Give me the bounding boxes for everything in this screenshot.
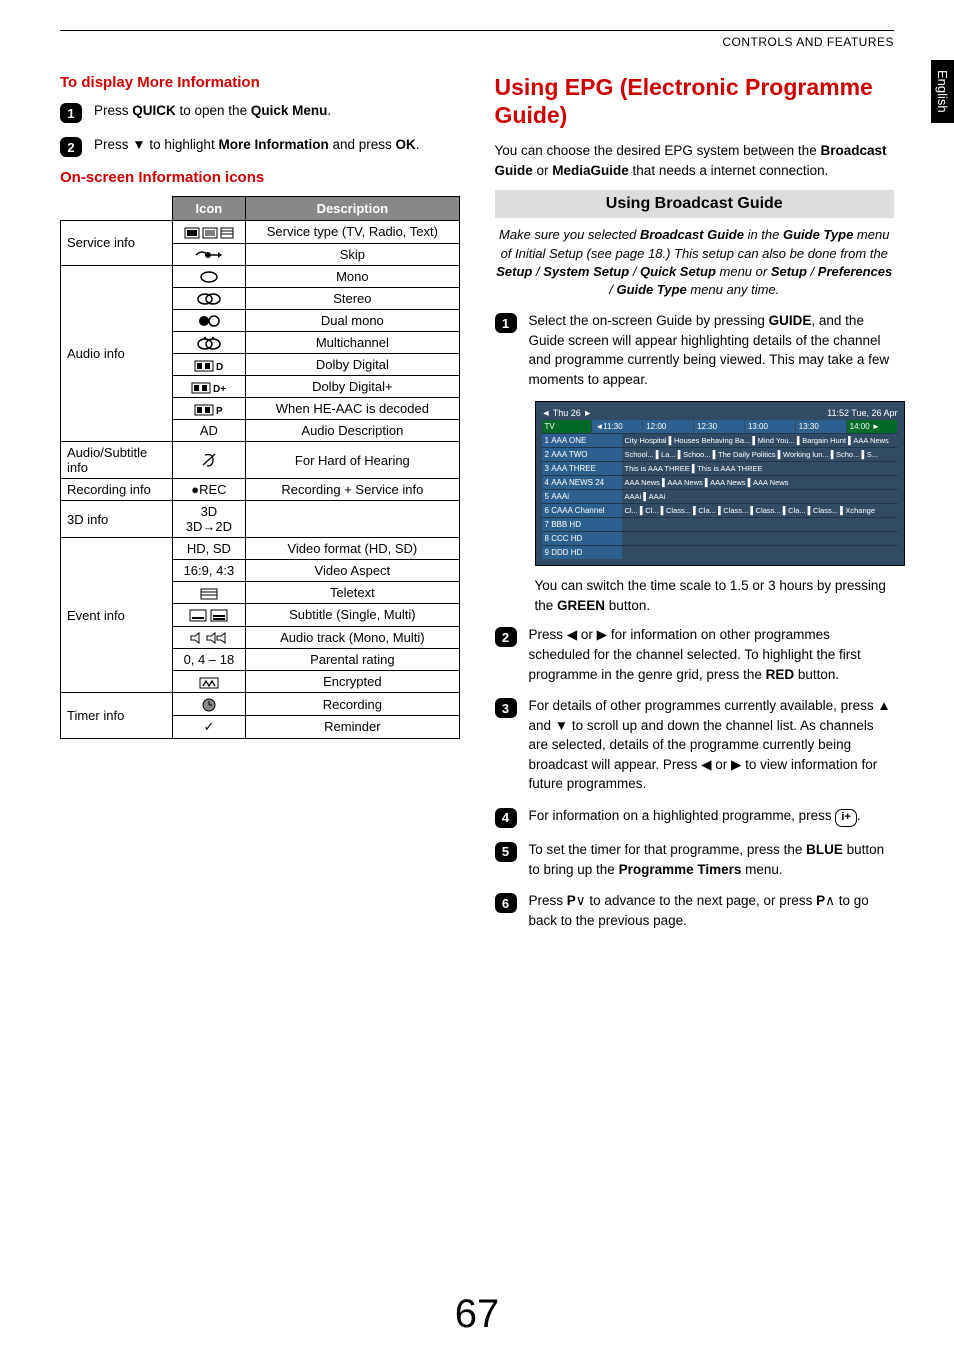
svg-text:P: P — [216, 406, 223, 416]
header-rule — [60, 30, 894, 31]
language-tab: English — [931, 60, 954, 123]
epg-intro: You can choose the desired EPG system be… — [495, 141, 895, 180]
right-column: Using EPG (Electronic Programme Guide) Y… — [495, 74, 895, 942]
info-button-icon: i+ — [835, 809, 856, 827]
left-step-2-text: Press ▼ to highlight More Information an… — [94, 135, 420, 155]
table-row: Timer infoRecording — [61, 693, 460, 716]
right-step-5-text: To set the timer for that programme, pre… — [529, 840, 895, 879]
right-step-4-text: For information on a highlighted program… — [529, 806, 861, 827]
step-badge-1: 1 — [60, 103, 82, 123]
left-column: To display More Information 1 Press QUIC… — [60, 74, 460, 942]
table-row: Audio/Subtitle infoFor Hard of Hearing — [61, 442, 460, 479]
left-step-1-text: Press QUICK to open the Quick Menu. — [94, 101, 331, 121]
step-badge-5: 5 — [495, 842, 517, 862]
table-row: Recording info●RECRecording + Service in… — [61, 479, 460, 501]
stereo-icon — [172, 287, 246, 309]
speaker-icon — [172, 626, 246, 649]
right-step-2: 2 Press ◀ or ▶ for information on other … — [495, 625, 895, 684]
table-row: 3D info3D3D→2D — [61, 501, 460, 538]
right-step-1: 1 Select the on-screen Guide by pressing… — [495, 311, 895, 389]
rec-icon: ●REC — [172, 479, 246, 501]
th-desc: Description — [246, 197, 459, 221]
broadcast-note: Make sure you selected Broadcast Guide i… — [495, 226, 895, 299]
skip-icon — [172, 243, 246, 265]
svg-text:D+: D+ — [213, 384, 226, 394]
right-step-1-text: Select the on-screen Guide by pressing G… — [529, 311, 895, 389]
right-step-3-text: For details of other programmes currentl… — [529, 696, 895, 794]
table-row: Service infoService type (TV, Radio, Tex… — [61, 221, 460, 244]
right-step-2-text: Press ◀ or ▶ for information on other pr… — [529, 625, 895, 684]
step-badge-2: 2 — [60, 137, 82, 157]
subheading-broadcast: Using Broadcast Guide — [495, 190, 895, 218]
left-step-2: 2 Press ▼ to highlight More Information … — [60, 135, 460, 157]
dual-mono-icon — [172, 309, 246, 331]
right-step-6: 6 Press P∨ to advance to the next page, … — [495, 891, 895, 930]
clock-icon — [172, 693, 246, 716]
after-img-note: You can switch the time scale to 1.5 or … — [535, 576, 895, 615]
step-badge-3: 3 — [495, 698, 517, 718]
dolby-dplus-icon: D+ — [172, 376, 246, 398]
dolby-p-icon: P — [172, 398, 246, 420]
dolby-d-icon: D — [172, 354, 246, 376]
left-step-1: 1 Press QUICK to open the Quick Menu. — [60, 101, 460, 123]
step-badge-6: 6 — [495, 893, 517, 913]
step-badge-2: 2 — [495, 627, 517, 647]
heading-more-info: To display More Information — [60, 74, 460, 91]
step-badge-4: 4 — [495, 808, 517, 828]
encrypted-icon — [172, 671, 246, 693]
th-icon: Icon — [172, 197, 246, 221]
step-badge-1: 1 — [495, 313, 517, 333]
page-number: 67 — [0, 1292, 954, 1337]
multichannel-icon — [172, 331, 246, 354]
table-row: Audio infoMono — [61, 265, 460, 287]
svg-text:D: D — [216, 362, 223, 372]
ad-text: AD — [172, 420, 246, 442]
right-step-6-text: Press P∨ to advance to the next page, or… — [529, 891, 895, 930]
epg-screenshot: ◄ Thu 26 ►11:52 Tue, 26 Apr TV ◄11:3012:… — [535, 401, 905, 566]
ear-icon — [172, 442, 246, 479]
right-step-5: 5 To set the timer for that programme, p… — [495, 840, 895, 879]
teletext-icon — [172, 582, 246, 604]
right-step-3: 3 For details of other programmes curren… — [495, 696, 895, 794]
header-section: CONTROLS AND FEATURES — [60, 35, 894, 49]
table-row: Event infoHD, SDVideo format (HD, SD) — [61, 538, 460, 560]
tv-icon — [172, 221, 246, 244]
mono-icon — [172, 265, 246, 287]
heading-icons: On-screen Information icons — [60, 169, 460, 186]
heading-epg: Using EPG (Electronic Programme Guide) — [495, 74, 895, 129]
subtitle-icon — [172, 604, 246, 627]
check-icon: ✓ — [172, 715, 246, 738]
icons-table: Icon Description Service infoService typ… — [60, 196, 460, 739]
right-step-4: 4 For information on a highlighted progr… — [495, 806, 895, 828]
